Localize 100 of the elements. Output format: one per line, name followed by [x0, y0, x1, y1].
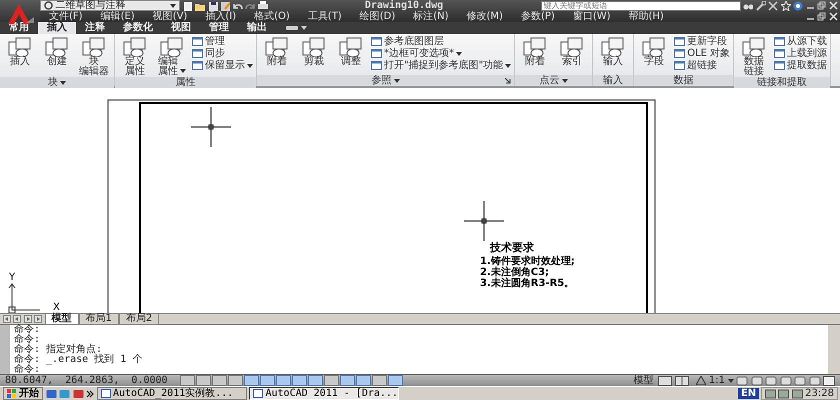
drafting-toggle-button[interactable] [228, 375, 244, 386]
drafting-toggle-button[interactable] [212, 375, 228, 386]
ribbon-button[interactable]: 编辑 属性 [155, 36, 189, 77]
save-as-icon[interactable] [220, 0, 230, 10]
menu-item[interactable]: 标注(N) [404, 11, 458, 22]
ribbon-button[interactable]: 字段 [637, 36, 672, 75]
ribbon-small-button[interactable]: 同步 [192, 48, 253, 59]
ribbon-small-button[interactable]: OLE 对象 [674, 48, 730, 59]
ribbon-button[interactable]: 附着 [260, 36, 294, 75]
command-window-handle[interactable] [0, 325, 10, 374]
ribbon-tab[interactable]: 视图 [162, 22, 200, 34]
ribbon-button[interactable]: 剪裁 [297, 36, 331, 75]
panel-title[interactable]: 属性 [115, 77, 256, 88]
language-indicator[interactable]: EN [738, 388, 759, 399]
search-field[interactable]: 键入关键字或短语 [540, 0, 740, 10]
ribbon-button[interactable]: 数据 链接 [737, 36, 772, 77]
ribbon-small-button[interactable]: 更新字段 [674, 36, 730, 47]
window-icon [371, 61, 382, 70]
first-page-icon[interactable] [2, 315, 10, 323]
star-icon[interactable] [780, 0, 790, 10]
menu-item[interactable]: 视图(V) [144, 11, 196, 22]
drafting-toggle-button[interactable] [324, 375, 340, 386]
chevron-icon[interactable] [86, 390, 94, 398]
taskbar-button[interactable]: AutoCAD_2011实例教... [96, 387, 246, 400]
drafting-toggle-button[interactable] [372, 375, 388, 386]
wrench-icon[interactable] [756, 0, 766, 10]
layout-tab[interactable]: 模型 [44, 314, 78, 325]
panel-title[interactable]: 输入 [593, 75, 634, 86]
start-button[interactable]: 开始 [2, 387, 43, 400]
help-icon[interactable] [793, 0, 803, 10]
ribbon-tab[interactable]: 输出 [238, 22, 276, 34]
caret-icon [456, 52, 462, 56]
ribbon-button[interactable]: 调整 [334, 36, 368, 75]
model-space-button[interactable]: 模型 [630, 375, 656, 386]
menu-item[interactable]: 绘图(D) [350, 11, 404, 22]
ribbon-tab[interactable]: 插入 [38, 22, 76, 34]
panel-title[interactable]: 数据 [634, 75, 734, 86]
window-icon [192, 61, 203, 70]
menu-item[interactable]: 工具(T) [298, 11, 351, 22]
menu-item[interactable]: 插入(I) [196, 11, 246, 22]
drafting-toggle-button[interactable] [292, 375, 308, 386]
last-page-icon[interactable] [34, 315, 42, 323]
ribbon-tab[interactable]: 参数化 [114, 22, 162, 34]
drafting-toggle-button[interactable] [276, 375, 292, 386]
drafting-toggle-button[interactable] [196, 375, 212, 386]
drafting-toggle-button[interactable] [244, 375, 260, 386]
scrollbar[interactable] [828, 325, 840, 374]
ribbon-small-button[interactable]: 提取数据 [774, 60, 828, 71]
panel-title[interactable]: 参照 [257, 75, 514, 86]
ribbon-button[interactable]: 插入 [3, 36, 37, 77]
ribbon-small-button[interactable]: 管理 [192, 36, 253, 47]
menu-item[interactable]: 编辑(E) [92, 11, 144, 22]
menu-item[interactable]: 帮助(H) [620, 11, 673, 22]
clean-screen-icon[interactable] [823, 376, 835, 386]
layout-icon[interactable] [674, 376, 689, 386]
layout-tab[interactable]: 布局2 [118, 314, 160, 325]
ribbon-button[interactable]: 创建 [40, 36, 74, 77]
ribbon-small-button[interactable]: *边框可变选项* [371, 48, 512, 59]
previous-page-icon[interactable] [13, 315, 21, 323]
taskbar-button[interactable]: AutoCAD 2011 - [Dra... [249, 387, 399, 400]
launcher-icon[interactable] [505, 78, 512, 84]
drafting-toggle-button[interactable] [308, 375, 324, 386]
ribbon-tab[interactable]: 管理 [200, 22, 238, 34]
ribbon-small-button[interactable]: 从源下载 [774, 36, 828, 47]
ribbon-small-button[interactable]: 保留显示 [192, 60, 253, 71]
menu-item[interactable]: 参数(P) [512, 11, 564, 22]
menu-item[interactable]: 窗口(W) [564, 11, 620, 22]
drafting-toggle-button[interactable] [388, 375, 404, 386]
save-icon[interactable] [208, 0, 218, 10]
ribbon-button[interactable]: 索引 [555, 36, 590, 75]
ribbon-button[interactable]: 附着 [518, 36, 552, 75]
annotation-icon [696, 376, 706, 385]
ribbon-toggle-icon[interactable] [286, 25, 298, 31]
panel-title[interactable]: 链接和提取 [734, 77, 830, 88]
ribbon-button[interactable]: 输入 [596, 36, 630, 75]
print-icon[interactable] [258, 0, 268, 10]
ribbon-small-button[interactable]: 上载到源 [774, 48, 828, 59]
drafting-toggle-button[interactable] [340, 375, 356, 386]
menu-item[interactable]: 修改(M) [458, 11, 512, 22]
viewport-icon[interactable] [658, 376, 672, 386]
window-icon [774, 37, 786, 46]
new-file-icon[interactable] [182, 0, 192, 10]
annotation-scale-button[interactable]: 1:1 [696, 375, 734, 386]
close-icon[interactable] [828, 12, 838, 21]
ribbon-small-button[interactable]: 参考底图图层 [371, 36, 512, 47]
ribbon-button[interactable]: 定义 属性 [118, 36, 152, 77]
ribbon-button[interactable]: 块 编辑器 [77, 36, 111, 77]
drafting-toggle-button[interactable] [180, 375, 196, 386]
close-icon[interactable] [828, 1, 838, 10]
panel-title[interactable]: 点云 [515, 75, 592, 86]
drafting-toggle-button[interactable] [260, 375, 276, 386]
next-page-icon[interactable] [24, 315, 32, 323]
panel-title[interactable]: 块 [0, 77, 114, 88]
ribbon-small-button[interactable]: 打开"捕捉到参考底图"功能 [371, 60, 512, 71]
menu-item[interactable]: 文件(F) [40, 11, 92, 22]
drafting-toggle-button[interactable] [356, 375, 372, 386]
ribbon-small-button[interactable]: 超链接 [674, 60, 730, 71]
menu-item[interactable]: 格式(O) [245, 11, 299, 22]
layout-tab[interactable]: 布局1 [78, 314, 119, 325]
ribbon-tab[interactable]: 注释 [76, 22, 114, 34]
